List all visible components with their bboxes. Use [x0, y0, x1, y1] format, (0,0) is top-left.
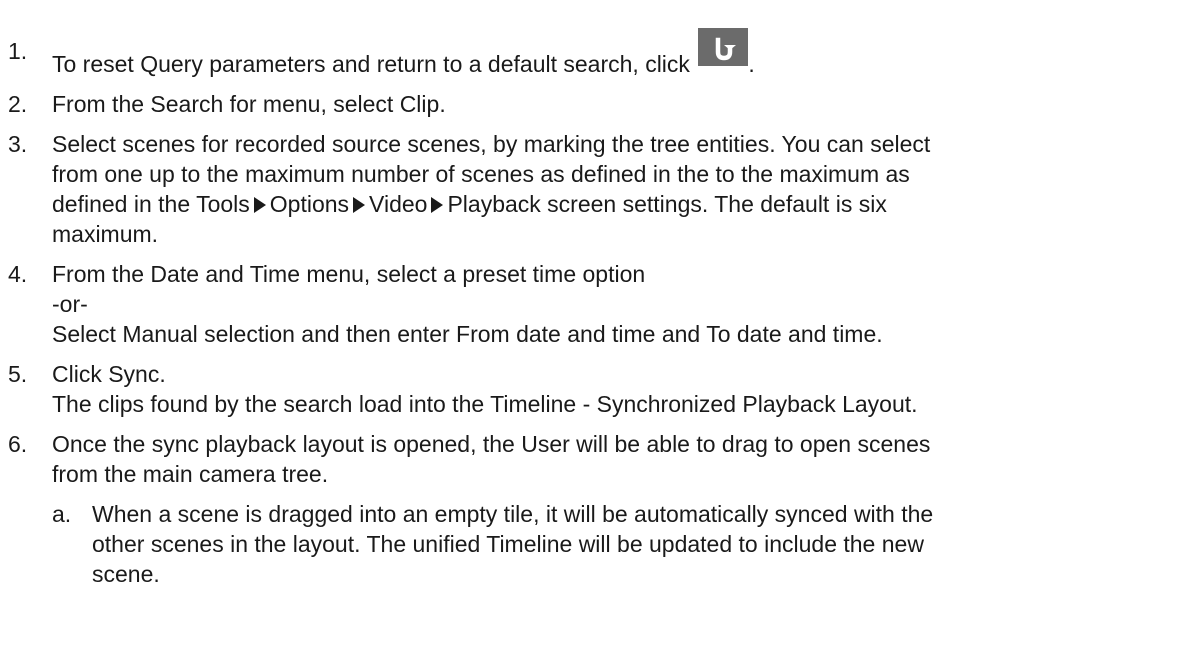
- step-number: 6.: [8, 431, 28, 457]
- menu-path-end: screen settings. The default is six: [540, 191, 887, 217]
- step-number: 5.: [8, 361, 28, 387]
- step-text-line: Select scenes for recorded source scenes…: [52, 131, 931, 157]
- step-1: 1. To reset Query parameters and return …: [8, 28, 1184, 79]
- step-text-line: maximum.: [52, 221, 159, 247]
- step-6: 6. Once the sync playback layout is open…: [8, 429, 1184, 589]
- procedure-document: 1. To reset Query parameters and return …: [0, 0, 1184, 589]
- step-5: 5. Click Sync. The clips found by the se…: [8, 359, 1184, 419]
- substep-text-line: other scenes in the layout. The unified …: [92, 531, 924, 557]
- step-text-line: Once the sync playback layout is opened,…: [52, 431, 931, 457]
- menu-arrow-icon: [253, 197, 266, 213]
- substep-text-line: scene.: [92, 561, 160, 587]
- step-text-line: -or-: [52, 291, 88, 317]
- step-text-line: The clips found by the search load into …: [52, 391, 918, 417]
- step-text-line: from the main camera tree.: [52, 461, 329, 487]
- substep-number: a.: [52, 501, 72, 527]
- menu-arrow-icon: [431, 197, 444, 213]
- steps-list: 1. To reset Query parameters and return …: [0, 28, 1184, 589]
- step-text: To reset Query parameters and return to …: [52, 51, 690, 77]
- step-text-line: defined in the Tools Options Video Playback…: [52, 189, 1184, 219]
- step-2: 2. From the Search for menu, select Clip…: [8, 89, 1184, 119]
- menu-path-start: defined in the Tools: [52, 191, 250, 217]
- step-number: 3.: [8, 131, 28, 157]
- step-text-line: from one up to the maximum number of sce…: [52, 161, 910, 187]
- step-number: 4.: [8, 261, 28, 287]
- substep-a: a. When a scene is dragged into an empty…: [52, 499, 1184, 589]
- step-text: From the Search for menu, select Clip.: [52, 91, 446, 117]
- menu-path-item: Options: [269, 191, 350, 217]
- step-number: 1.: [8, 38, 28, 64]
- menu-path-item: Playback: [447, 191, 541, 217]
- step-text-line: Select Manual selection and then enter F…: [52, 321, 883, 347]
- menu-path-item: Video: [369, 191, 428, 217]
- step-4: 4. From the Date and Time menu, select a…: [8, 259, 1184, 349]
- substep-text-line: When a scene is dragged into an empty ti…: [92, 501, 934, 527]
- step-number: 2.: [8, 91, 28, 117]
- step-text-line: Click Sync.: [52, 361, 166, 387]
- step-3: 3. Select scenes for recorded source sce…: [8, 129, 1184, 249]
- refresh-reset-icon[interactable]: [698, 28, 749, 66]
- step-text-end: .: [748, 51, 755, 77]
- menu-arrow-icon: [353, 197, 366, 213]
- step-text-line: From the Date and Time menu, select a pr…: [52, 261, 646, 287]
